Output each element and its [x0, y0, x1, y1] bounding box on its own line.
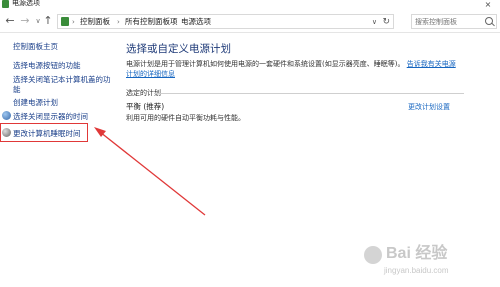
divider	[154, 93, 464, 94]
control-panel-icon	[61, 17, 69, 26]
sidebar-item-display-off[interactable]: 选择关闭显示器的时间	[13, 112, 113, 122]
page-title: 选择或自定义电源计划	[126, 43, 231, 55]
plan-description: 利用可用的硬件自动平衡功耗与性能。	[126, 114, 245, 122]
refresh-icon[interactable]: ↻	[382, 16, 390, 28]
breadcrumb-separator: ›	[72, 18, 75, 26]
back-button[interactable]: ←	[4, 14, 16, 28]
forward-button[interactable]: →	[19, 14, 31, 28]
search-input[interactable]	[415, 16, 483, 27]
sidebar-item-create-plan[interactable]: 创建电源计划	[13, 98, 113, 108]
baidu-watermark: Bai 经验 jingyan.baidu.com	[364, 244, 494, 284]
watermark-text: Bai 经验	[386, 245, 448, 262]
breadcrumb-separator: ›	[117, 18, 120, 26]
description-text: 电源计划是用于管理计算机如何使用电源的一套硬件和系统设置(如显示器亮度、睡眠等)…	[126, 60, 405, 68]
power-options-icon	[2, 0, 9, 8]
sidebar-item-power-button[interactable]: 选择电源按钮的功能	[13, 61, 113, 71]
baidu-paw-icon	[364, 246, 382, 264]
sidebar-item-lid[interactable]: 选择关闭笔记本计算机盖的功能	[13, 75, 113, 95]
address-toolbar: ← → ∨ ↑ › 控制面板 › 所有控制面板项 › 电源选项 ∨ ↻	[0, 9, 500, 33]
close-button[interactable]: ×	[476, 0, 500, 9]
breadcrumb-power-options[interactable]: 电源选项	[181, 16, 211, 28]
breadcrumb-all-items[interactable]: 所有控制面板项	[125, 16, 178, 28]
sidebar-item-home[interactable]: 控制面板主页	[13, 42, 113, 52]
breadcrumb-control-panel[interactable]: 控制面板	[80, 16, 110, 28]
address-bar[interactable]: › 控制面板 › 所有控制面板项 › 电源选项 ∨ ↻	[57, 14, 394, 29]
title-bar: 电源选项 ×	[0, 0, 500, 9]
page-description: 电源计划是用于管理计算机如何使用电源的一套硬件和系统设置(如显示器亮度、睡眠等)…	[126, 59, 462, 79]
change-plan-settings-link[interactable]: 更改计划设置	[408, 102, 450, 112]
watermark-url: jingyan.baidu.com	[384, 266, 449, 275]
search-box[interactable]	[411, 14, 497, 29]
search-icon[interactable]	[485, 17, 493, 25]
plan-name[interactable]: 平衡 (推荐)	[126, 102, 164, 112]
sidebar: 控制面板主页 选择电源按钮的功能 选择关闭笔记本计算机盖的功能 创建电源计划 选…	[0, 34, 118, 287]
display-icon	[2, 111, 11, 120]
annotation-highlight-box	[0, 123, 88, 142]
window-title: 电源选项	[12, 0, 40, 7]
breadcrumb-separator: ›	[173, 18, 176, 26]
chevron-down-icon[interactable]: ∨	[372, 16, 377, 28]
up-button[interactable]: ↑	[42, 14, 54, 28]
